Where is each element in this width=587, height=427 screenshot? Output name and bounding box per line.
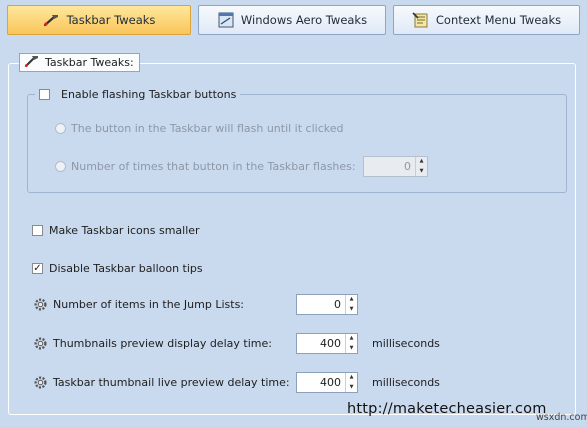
- wrench-icon: [43, 11, 61, 29]
- tab-taskbar-tweaks[interactable]: Taskbar Tweaks: [7, 5, 191, 35]
- thumb-delay-value[interactable]: 400: [297, 334, 345, 353]
- tab-strip: Taskbar Tweaks Windows Aero Tweaks Conte…: [0, 5, 587, 37]
- flash-group-legend[interactable]: Enable flashing Taskbar buttons: [35, 86, 241, 102]
- wrench-icon: [24, 54, 41, 71]
- tab-label: Taskbar Tweaks: [66, 13, 156, 27]
- live-delay-setting: Taskbar thumbnail live preview delay tim…: [33, 375, 290, 390]
- balloon-tips-checkbox[interactable]: ✓: [32, 263, 43, 274]
- spin-up-icon[interactable]: ▲: [346, 295, 357, 305]
- panel-title: Taskbar Tweaks:: [19, 53, 140, 72]
- flash-times-stepper[interactable]: 0 ▲ ▼: [363, 156, 428, 177]
- smaller-icons-option[interactable]: Make Taskbar icons smaller: [32, 224, 200, 237]
- spin-down-icon[interactable]: ▼: [416, 167, 427, 177]
- spin-up-icon[interactable]: ▲: [346, 334, 357, 344]
- radio-label: Number of times that button in the Taskb…: [71, 160, 356, 173]
- spin-up-icon[interactable]: ▲: [416, 157, 427, 167]
- tab-label: Context Menu Tweaks: [435, 13, 562, 27]
- watermark-url: http://maketecheasier.com: [347, 401, 547, 417]
- gear-icon: [34, 337, 47, 350]
- live-delay-value[interactable]: 400: [297, 373, 345, 392]
- smaller-icons-label: Make Taskbar icons smaller: [49, 224, 200, 237]
- radio-flash-until-click[interactable]: The button in the Taskbar will flash unt…: [55, 122, 344, 135]
- thumb-delay-label: Thumbnails preview display delay time:: [53, 337, 272, 350]
- tab-context-menu-tweaks[interactable]: Context Menu Tweaks: [393, 5, 580, 35]
- spin-up-icon[interactable]: ▲: [346, 373, 357, 383]
- jump-lists-value[interactable]: 0: [297, 295, 345, 314]
- radio-flash-times[interactable]: Number of times that button in the Taskb…: [55, 160, 356, 173]
- watermark-small: wsxdn.com: [536, 412, 587, 423]
- balloon-tips-label: Disable Taskbar balloon tips: [49, 262, 203, 275]
- jump-lists-setting: Number of items in the Jump Lists:: [33, 297, 244, 312]
- window-icon: [217, 11, 235, 29]
- live-delay-unit: milliseconds: [372, 376, 440, 389]
- flash-times-value[interactable]: 0: [364, 157, 415, 176]
- jump-lists-stepper[interactable]: 0 ▲ ▼: [296, 294, 358, 315]
- thumb-delay-stepper[interactable]: 400 ▲ ▼: [296, 333, 358, 354]
- gear-icon: [34, 376, 47, 389]
- flash-group-box: [27, 94, 567, 193]
- context-menu-icon: [412, 11, 430, 29]
- tab-label: Windows Aero Tweaks: [240, 13, 368, 27]
- balloon-tips-option[interactable]: ✓ Disable Taskbar balloon tips: [32, 262, 203, 275]
- radio-label: The button in the Taskbar will flash unt…: [71, 122, 344, 135]
- radio-button[interactable]: [55, 161, 66, 172]
- thumb-delay-unit: milliseconds: [372, 337, 440, 350]
- live-delay-label: Taskbar thumbnail live preview delay tim…: [53, 376, 290, 389]
- radio-button[interactable]: [55, 123, 66, 134]
- spin-down-icon[interactable]: ▼: [346, 305, 357, 315]
- tab-windows-aero-tweaks[interactable]: Windows Aero Tweaks: [198, 5, 386, 35]
- spin-down-icon[interactable]: ▼: [346, 383, 357, 393]
- spin-down-icon[interactable]: ▼: [346, 344, 357, 354]
- enable-flashing-checkbox[interactable]: [39, 88, 50, 100]
- jump-lists-label: Number of items in the Jump Lists:: [53, 298, 245, 311]
- smaller-icons-checkbox[interactable]: [32, 225, 43, 236]
- enable-flashing-label: Enable flashing Taskbar buttons: [61, 87, 237, 101]
- gear-icon: [34, 298, 47, 311]
- panel-title-text: Taskbar Tweaks:: [45, 56, 134, 69]
- live-delay-stepper[interactable]: 400 ▲ ▼: [296, 372, 358, 393]
- thumb-delay-setting: Thumbnails preview display delay time:: [33, 336, 272, 351]
